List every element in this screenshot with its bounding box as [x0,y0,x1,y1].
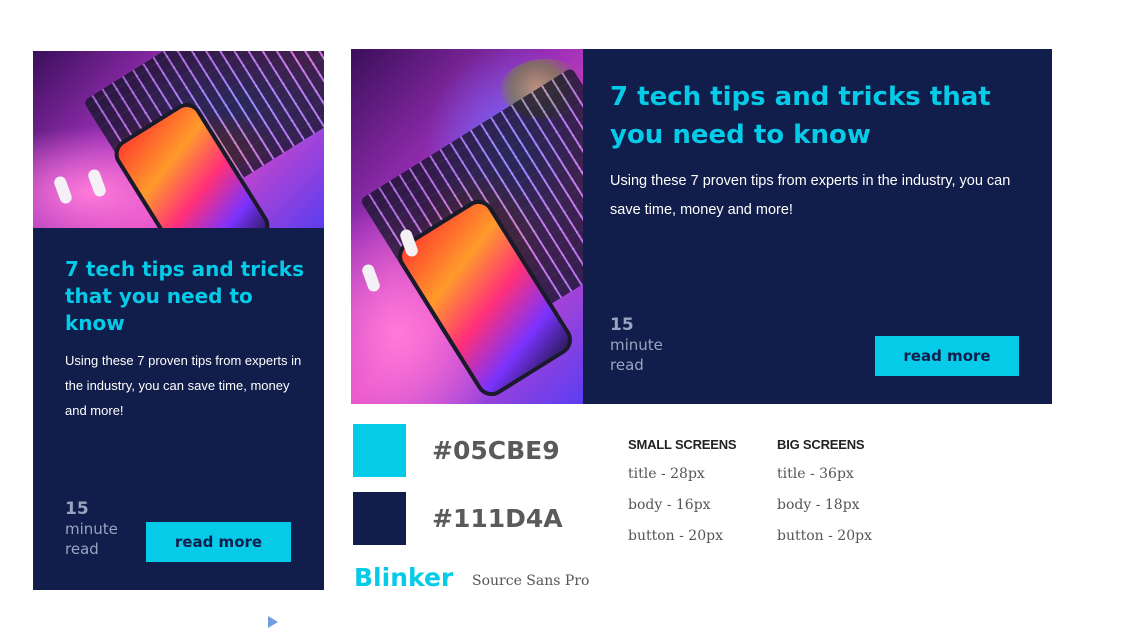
card-image [33,51,324,228]
small-screens-heading: SMALL SCREENS [628,437,737,452]
card-body: Using these 7 proven tips from experts i… [610,173,1011,218]
card-title: 7 tech tips and tricks that you need to … [65,257,305,335]
body-font-sample: Source Sans Pro [472,573,590,589]
big-screens-heading: BIG SCREENS [777,437,865,452]
small-card: 7 tech tips and tricks that you need to … [33,51,324,590]
big-button-size: button - 20px [777,528,872,544]
big-body-size: body - 18px [777,497,860,513]
read-time-unit: minute [610,336,663,354]
read-time: 15 minute read [610,315,663,375]
read-more-button[interactable]: read more [875,336,1019,376]
read-time-label: read [65,540,99,558]
big-title-size: title - 36px [777,466,854,482]
color-swatch-accent [353,424,406,477]
read-time-label: read [610,356,644,374]
read-time-number: 15 [65,499,89,519]
mouse-cursor-icon [268,616,278,628]
earbud-graphic [86,167,108,199]
read-time: 15 minute read [65,499,118,559]
earbud-graphic [52,174,74,206]
color-hex-accent: #05CBE9 [432,436,560,465]
card-image [351,49,583,404]
read-time-unit: minute [65,520,118,538]
small-body-size: body - 16px [628,497,711,513]
card-title: 7 tech tips and tricks that you need to … [610,82,991,150]
read-time-number: 15 [610,315,634,335]
heading-font-sample: Blinker [354,563,454,592]
color-swatch-dark [353,492,406,545]
small-title-size: title - 28px [628,466,705,482]
card-body: Using these 7 proven tips from experts i… [65,353,302,418]
read-more-button[interactable]: read more [146,522,291,562]
color-hex-dark: #111D4A [432,504,563,533]
earbud-graphic [360,262,382,294]
small-button-size: button - 20px [628,528,723,544]
